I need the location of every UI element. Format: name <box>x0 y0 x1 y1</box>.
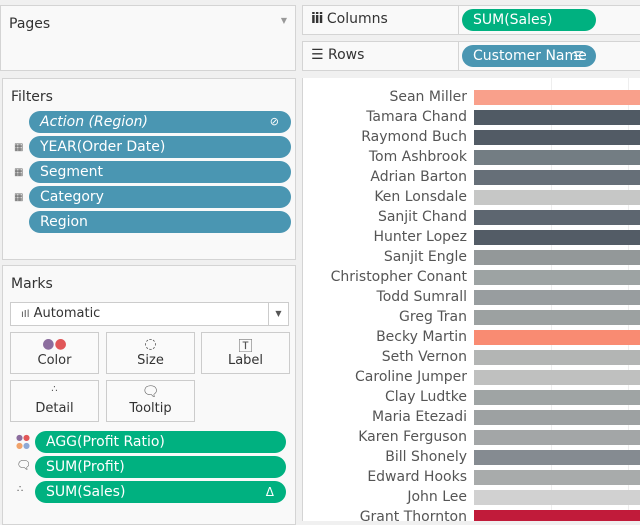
bar[interactable] <box>474 510 640 521</box>
bar[interactable] <box>474 350 640 365</box>
color-button[interactable]: ●● Color <box>10 332 99 374</box>
row-label[interactable]: Becky Martin <box>376 328 467 346</box>
row-label[interactable]: Hunter Lopez <box>373 228 467 246</box>
rows-pill-label: Customer Name <box>473 48 587 64</box>
field-label: SUM(Sales) <box>46 484 126 500</box>
bar-chart-icon: ıIl <box>21 309 30 320</box>
row-label[interactable]: Adrian Barton <box>370 168 467 186</box>
bar[interactable] <box>474 130 640 145</box>
sort-descending-icon[interactable]: ☰ <box>573 45 584 67</box>
link-icon: ⊘ <box>269 115 279 128</box>
row-label[interactable]: Ken Lonsdale <box>374 188 467 206</box>
filters-title: Filters <box>11 89 53 105</box>
marks-field-sum-sales[interactable]: SUM(Sales) Δ <box>35 481 286 503</box>
bar[interactable] <box>474 250 640 265</box>
row-label[interactable]: Tamara Chand <box>366 108 467 126</box>
label-icon: 🅃 <box>238 339 253 355</box>
detail-icon: ∴ <box>17 484 24 495</box>
filter-region[interactable]: Region <box>29 211 291 233</box>
context-filter-icon: ▦ <box>14 167 24 178</box>
row-label[interactable]: Tom Ashbrook <box>369 148 467 166</box>
bar[interactable] <box>474 190 640 205</box>
bar[interactable] <box>474 270 640 285</box>
rows-pill-customer-name[interactable]: Customer Name ☰ <box>462 45 596 67</box>
bar[interactable] <box>474 210 640 225</box>
row-label[interactable]: Sean Miller <box>389 88 467 106</box>
bar[interactable] <box>474 470 640 485</box>
detail-label: Detail <box>35 401 74 416</box>
bar[interactable] <box>474 450 640 465</box>
tooltip-button[interactable]: 🗨 Tooltip <box>106 380 195 422</box>
row-label[interactable]: Grant Thornton <box>360 508 467 521</box>
row-label[interactable]: Christopher Conant <box>331 268 467 286</box>
columns-icon: iii <box>311 11 323 27</box>
bar[interactable] <box>474 490 640 505</box>
bar[interactable] <box>474 410 640 425</box>
size-label: Size <box>137 353 164 368</box>
rows-icon: ☰ <box>311 47 324 63</box>
bar[interactable] <box>474 390 640 405</box>
bar[interactable] <box>474 330 640 345</box>
mark-type-select[interactable]: ıIl Automatic ▼ <box>10 302 289 326</box>
row-label[interactable]: John Lee <box>407 488 467 506</box>
pages-card[interactable]: Pages ▼ <box>0 5 296 71</box>
rows-label: Rows <box>328 47 365 63</box>
row-label[interactable]: Karen Ferguson <box>358 428 467 446</box>
detail-icon: ∴ <box>51 384 58 395</box>
pages-title: Pages <box>9 16 51 32</box>
marks-card: Marks ıIl Automatic ▼ ●● Color ◌ Size 🅃 Lab… <box>2 265 296 525</box>
context-filter-icon: ▦ <box>14 142 24 153</box>
bar[interactable] <box>474 430 640 445</box>
bar[interactable] <box>474 170 640 185</box>
bar[interactable] <box>474 310 640 325</box>
rows-shelf[interactable]: ☰ Rows Customer Name ☰ <box>302 41 640 71</box>
row-label[interactable]: Sanjit Engle <box>384 248 467 266</box>
bar[interactable] <box>474 150 640 165</box>
color-label: Color <box>37 353 72 368</box>
color-icon: ●● ●● <box>16 433 30 450</box>
row-label[interactable]: Edward Hooks <box>367 468 467 486</box>
row-label[interactable]: Caroline Jumper <box>355 368 467 386</box>
row-label[interactable]: Maria Etezadi <box>372 408 467 426</box>
color-icon: ●● <box>42 336 67 352</box>
detail-button[interactable]: ∴ Detail <box>10 380 99 422</box>
bar[interactable] <box>474 110 640 125</box>
bar[interactable] <box>474 230 640 245</box>
filter-year-order-date[interactable]: YEAR(Order Date) <box>29 136 291 158</box>
label-label: Label <box>227 353 264 368</box>
columns-pill-sum-sales[interactable]: SUM(Sales) <box>462 9 596 31</box>
tooltip-icon: 🗨 <box>16 458 32 472</box>
filters-card: Filters Action (Region) ⊘ ▦ YEAR(Order Da… <box>2 78 296 260</box>
filter-category[interactable]: Category <box>29 186 291 208</box>
filter-label: Action (Region) <box>40 114 149 130</box>
filter-segment[interactable]: Segment <box>29 161 291 183</box>
marks-field-profit-ratio[interactable]: AGG(Profit Ratio) <box>35 431 286 453</box>
row-label[interactable]: Greg Tran <box>399 308 467 326</box>
columns-label: Columns <box>326 11 388 27</box>
filter-action-region[interactable]: Action (Region) ⊘ <box>29 111 291 133</box>
dropdown-arrow-icon[interactable]: ▼ <box>281 16 287 25</box>
row-label[interactable]: Raymond Buch <box>361 128 467 146</box>
mark-type-value: Automatic <box>33 306 101 321</box>
row-label[interactable]: Bill Shonely <box>385 448 467 466</box>
row-label[interactable]: Todd Sumrall <box>377 288 467 306</box>
size-button[interactable]: ◌ Size <box>106 332 195 374</box>
tooltip-icon: 🗨 <box>141 384 160 400</box>
marks-field-sum-profit[interactable]: SUM(Profit) <box>35 456 286 478</box>
size-icon: ◌ <box>144 336 157 352</box>
marks-title: Marks <box>11 276 53 292</box>
row-label[interactable]: Seth Vernon <box>382 348 467 366</box>
columns-shelf[interactable]: iii Columns SUM(Sales) <box>302 5 640 35</box>
bar-chart: Sean Miller Tamara Chand Raymond Buch Tom A… <box>302 78 640 521</box>
dropdown-arrow-icon: ▼ <box>268 303 288 325</box>
bar[interactable] <box>474 290 640 305</box>
delta-icon: Δ <box>265 485 274 499</box>
context-filter-icon: ▦ <box>14 192 24 203</box>
bar[interactable] <box>474 90 640 105</box>
bar[interactable] <box>474 370 640 385</box>
tooltip-label: Tooltip <box>129 401 172 416</box>
row-label[interactable]: Clay Ludtke <box>385 388 467 406</box>
row-label[interactable]: Sanjit Chand <box>378 208 467 226</box>
label-button[interactable]: 🅃 Label <box>201 332 290 374</box>
